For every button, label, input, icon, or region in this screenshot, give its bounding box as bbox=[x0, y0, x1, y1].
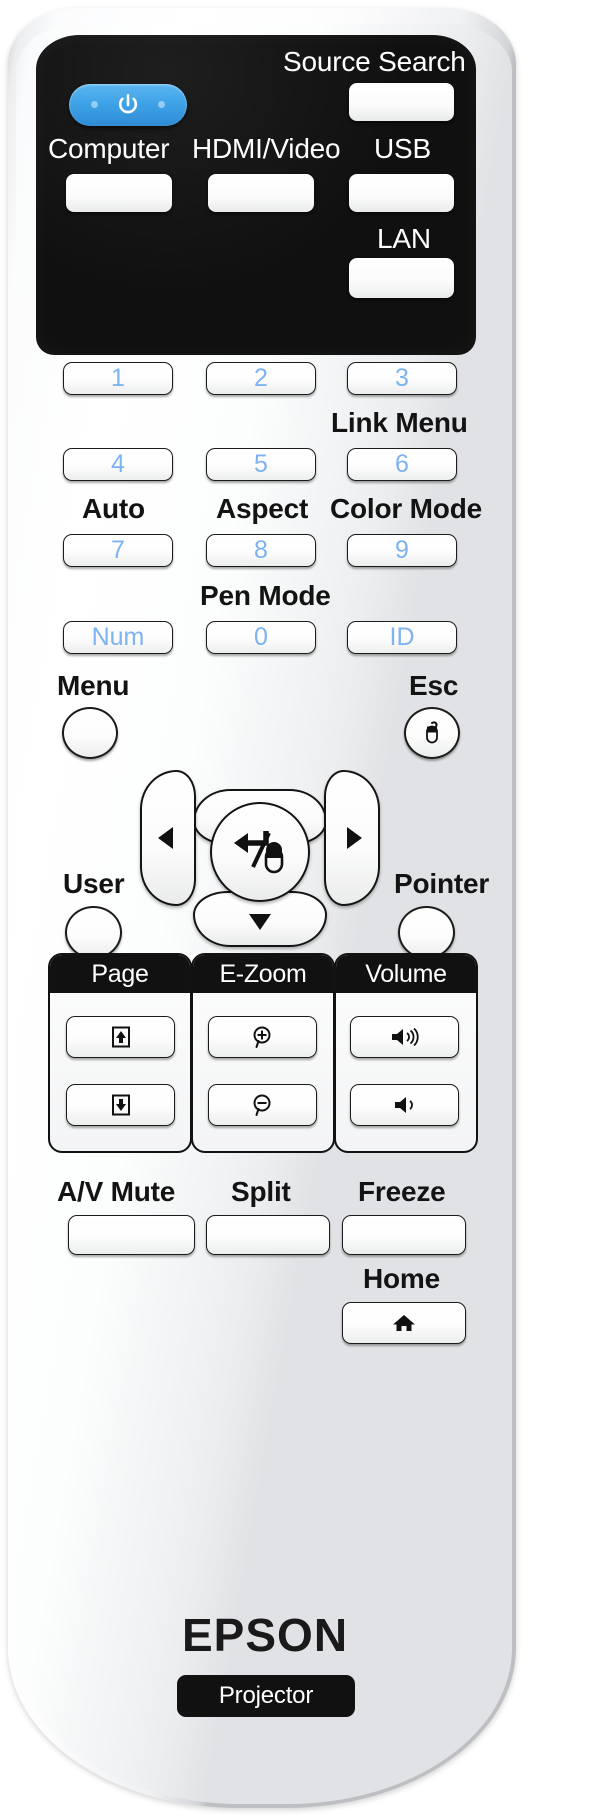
epson-logo: EPSON bbox=[182, 1609, 349, 1661]
volume-up-button[interactable] bbox=[350, 1016, 459, 1058]
key-7-label: 7 bbox=[111, 536, 125, 564]
lan-label: LAN bbox=[377, 223, 431, 254]
volume-group-title: Volume bbox=[336, 955, 476, 993]
computer-button[interactable] bbox=[66, 174, 172, 212]
zoom-out-button[interactable] bbox=[208, 1084, 317, 1126]
key-1[interactable]: 1 bbox=[63, 362, 173, 395]
source-search-button[interactable] bbox=[349, 83, 454, 121]
aspect-label: Aspect bbox=[216, 493, 309, 524]
link-menu-label: Link Menu bbox=[331, 407, 468, 438]
hdmi-video-label: HDMI/Video bbox=[192, 133, 341, 164]
key-5-label: 5 bbox=[254, 450, 268, 478]
zoom-in-button[interactable] bbox=[208, 1016, 317, 1058]
key-1-label: 1 bbox=[111, 364, 125, 392]
power-dot-left bbox=[91, 101, 98, 108]
ezoom-group-title: E-Zoom bbox=[193, 955, 333, 993]
volume-up-icon bbox=[388, 1025, 422, 1049]
freeze-button[interactable] bbox=[342, 1215, 466, 1255]
key-8[interactable]: 8 bbox=[206, 534, 316, 567]
usb-label: USB bbox=[374, 133, 431, 164]
volume-down-button[interactable] bbox=[350, 1084, 459, 1126]
key-3-label: 3 bbox=[395, 364, 409, 392]
power-icon bbox=[115, 92, 141, 118]
pen-mode-label: Pen Mode bbox=[200, 580, 331, 611]
menu-button[interactable] bbox=[62, 707, 118, 759]
key-4[interactable]: 4 bbox=[63, 448, 173, 481]
key-7[interactable]: 7 bbox=[63, 534, 173, 567]
pointer-label: Pointer bbox=[394, 868, 490, 899]
arrow-left-icon bbox=[155, 825, 175, 851]
arrow-right-icon bbox=[345, 825, 365, 851]
arrow-down-icon bbox=[247, 912, 273, 932]
key-2[interactable]: 2 bbox=[206, 362, 316, 395]
lan-button[interactable] bbox=[349, 258, 454, 298]
freeze-label: Freeze bbox=[358, 1176, 446, 1207]
key-2-label: 2 bbox=[254, 364, 268, 392]
projector-tag: Projector bbox=[177, 1675, 355, 1717]
auto-label: Auto bbox=[82, 493, 145, 524]
mouse-icon bbox=[421, 720, 443, 746]
usb-button[interactable] bbox=[349, 174, 454, 212]
key-3[interactable]: 3 bbox=[347, 362, 457, 395]
page-group-title: Page bbox=[50, 955, 190, 993]
esc-button[interactable] bbox=[404, 707, 460, 759]
page-down-button[interactable] bbox=[66, 1084, 175, 1126]
zoom-out-icon bbox=[249, 1091, 277, 1119]
key-8-label: 8 bbox=[254, 536, 268, 564]
hdmi-video-button[interactable] bbox=[208, 174, 314, 212]
page-up-button[interactable] bbox=[66, 1016, 175, 1058]
page-down-icon bbox=[108, 1092, 134, 1118]
pointer-button[interactable] bbox=[398, 906, 455, 959]
key-9[interactable]: 9 bbox=[347, 534, 457, 567]
user-label: User bbox=[63, 868, 125, 899]
source-search-label: Source Search bbox=[283, 46, 466, 77]
home-icon bbox=[392, 1312, 416, 1334]
key-4-label: 4 bbox=[111, 450, 125, 478]
key-6[interactable]: 6 bbox=[347, 448, 457, 481]
key-id[interactable]: ID bbox=[347, 621, 457, 654]
av-mute-label: A/V Mute bbox=[57, 1176, 176, 1207]
color-mode-label: Color Mode bbox=[330, 493, 482, 524]
computer-label: Computer bbox=[48, 133, 170, 164]
key-9-label: 9 bbox=[395, 536, 409, 564]
dpad-right-button[interactable] bbox=[324, 770, 380, 906]
home-label: Home bbox=[363, 1263, 440, 1294]
esc-label: Esc bbox=[409, 670, 459, 701]
enter-button[interactable] bbox=[210, 802, 310, 902]
user-button[interactable] bbox=[65, 906, 122, 959]
menu-label: Menu bbox=[57, 670, 130, 701]
zoom-in-icon bbox=[249, 1023, 277, 1051]
power-dot-right bbox=[158, 101, 165, 108]
key-0-label: 0 bbox=[254, 623, 268, 651]
power-button[interactable] bbox=[69, 84, 187, 126]
enter-mouse-icon bbox=[225, 817, 295, 887]
key-0[interactable]: 0 bbox=[206, 621, 316, 654]
av-mute-button[interactable] bbox=[68, 1215, 195, 1255]
remote-screenshot: Source Search Computer HDMI/Video USB LA… bbox=[0, 0, 600, 1820]
key-num-label: Num bbox=[91, 623, 145, 651]
split-label: Split bbox=[231, 1176, 291, 1207]
dpad-left-button[interactable] bbox=[140, 770, 196, 906]
page-up-icon bbox=[108, 1024, 134, 1050]
key-5[interactable]: 5 bbox=[206, 448, 316, 481]
home-button[interactable] bbox=[342, 1302, 466, 1344]
key-6-label: 6 bbox=[395, 450, 409, 478]
key-id-label: ID bbox=[389, 623, 415, 651]
split-button[interactable] bbox=[206, 1215, 330, 1255]
volume-down-icon bbox=[391, 1093, 419, 1117]
key-num[interactable]: Num bbox=[63, 621, 173, 654]
